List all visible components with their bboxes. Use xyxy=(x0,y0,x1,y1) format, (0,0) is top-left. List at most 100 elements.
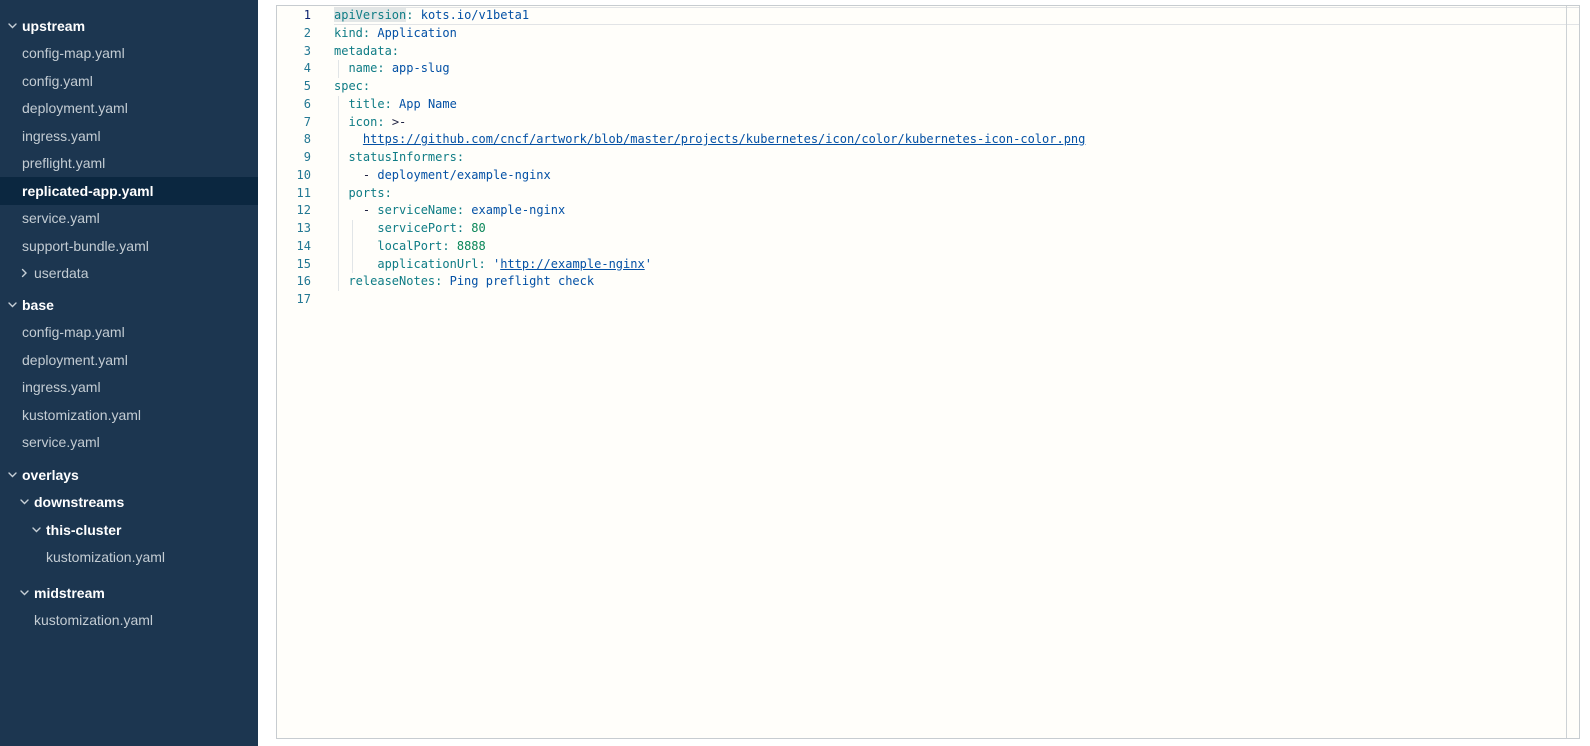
tree-folder-downstreams[interactable]: downstreams xyxy=(0,489,258,517)
chevron-down-icon[interactable] xyxy=(8,472,22,478)
tree-file-ingress-yaml[interactable]: ingress.yaml xyxy=(0,374,258,402)
code-line[interactable]: 11 ports: xyxy=(277,185,1579,203)
code-token: name: xyxy=(348,61,384,75)
line-number: 14 xyxy=(277,238,311,256)
tree-file-kustomization-yaml[interactable]: kustomization.yaml xyxy=(0,607,258,635)
line-number: 6 xyxy=(277,96,311,114)
line-number: 11 xyxy=(277,185,311,203)
code-token: releaseNotes: xyxy=(348,274,442,288)
tree-file-deployment-yaml[interactable]: deployment.yaml xyxy=(0,95,258,123)
code-line[interactable]: 16 releaseNotes: Ping preflight check xyxy=(277,273,1579,291)
code-token xyxy=(334,239,377,253)
tree-file-replicated-app-yaml[interactable]: replicated-app.yaml xyxy=(0,177,258,205)
code-line[interactable]: 12 - serviceName: example-nginx xyxy=(277,202,1579,220)
tree-folder-midstream[interactable]: midstream xyxy=(0,579,258,607)
code-line[interactable]: 3metadata: xyxy=(277,43,1579,61)
code-line[interactable]: 6 title: App Name xyxy=(277,96,1579,114)
code-token xyxy=(486,257,493,271)
tree-file-service-yaml[interactable]: service.yaml xyxy=(0,429,258,457)
indent-guide xyxy=(338,131,339,149)
tree-item-label: kustomization.yaml xyxy=(46,549,165,565)
line-content: kind: Application xyxy=(334,25,1579,43)
code-token: servicePort: xyxy=(377,221,464,235)
tree-folder-base[interactable]: base xyxy=(0,291,258,319)
url-link[interactable]: https://github.com/cncf/artwork/blob/mas… xyxy=(363,132,1085,146)
line-number: 7 xyxy=(277,114,311,132)
code-line[interactable]: 4 name: app-slug xyxy=(277,60,1579,78)
tree-file-ingress-yaml[interactable]: ingress.yaml xyxy=(0,122,258,150)
chevron-right-icon[interactable] xyxy=(20,270,34,276)
code-token: metadata: xyxy=(334,44,399,58)
tree-item-label: config.yaml xyxy=(22,73,93,89)
code-line[interactable]: 8 https://github.com/cncf/artwork/blob/m… xyxy=(277,131,1579,149)
code-line[interactable]: 17 xyxy=(277,291,1579,309)
code-token: Ping preflight check xyxy=(450,274,595,288)
line-content: icon: >- xyxy=(334,114,1579,132)
indent-guide xyxy=(338,220,339,238)
chevron-down-icon[interactable] xyxy=(8,23,22,29)
url-link[interactable]: http://example-nginx xyxy=(500,257,645,271)
line-number: 1 xyxy=(277,7,311,25)
tree-item-label: preflight.yaml xyxy=(22,155,105,171)
line-number: 15 xyxy=(277,256,311,274)
tree-file-config-map-yaml[interactable]: config-map.yaml xyxy=(0,319,258,347)
tree-item-label: ingress.yaml xyxy=(22,379,101,395)
indent-guide xyxy=(338,185,339,203)
tree-item-label: service.yaml xyxy=(22,434,100,450)
tree-folder-upstream[interactable]: upstream xyxy=(0,12,258,40)
tree-item-label: replicated-app.yaml xyxy=(22,183,154,199)
code-token xyxy=(334,257,377,271)
code-token xyxy=(385,115,392,129)
tree-item-label: upstream xyxy=(22,18,85,34)
code-line[interactable]: 9 statusInformers: xyxy=(277,149,1579,167)
chevron-down-icon[interactable] xyxy=(32,527,46,533)
chevron-down-icon[interactable] xyxy=(8,302,22,308)
code-line[interactable]: 10 - deployment/example-nginx xyxy=(277,167,1579,185)
tree-item-label: config-map.yaml xyxy=(22,45,125,61)
code-token xyxy=(334,274,348,288)
line-content: statusInformers: xyxy=(334,149,1579,167)
tree-file-config-map-yaml[interactable]: config-map.yaml xyxy=(0,40,258,68)
tree-file-deployment-yaml[interactable]: deployment.yaml xyxy=(0,346,258,374)
tree-item-label: ingress.yaml xyxy=(22,128,101,144)
code-line[interactable]: 2kind: Application xyxy=(277,25,1579,43)
code-line[interactable]: 13 servicePort: 80 xyxy=(277,220,1579,238)
code-token: 80 xyxy=(471,221,485,235)
tree-file-service-yaml[interactable]: service.yaml xyxy=(0,205,258,233)
indent-guide xyxy=(338,114,339,132)
tree-file-support-bundle-yaml[interactable]: support-bundle.yaml xyxy=(0,232,258,260)
tree-file-preflight-yaml[interactable]: preflight.yaml xyxy=(0,150,258,178)
code-token: example-nginx xyxy=(471,203,565,217)
tree-folder-overlays[interactable]: overlays xyxy=(0,461,258,489)
code-token: Application xyxy=(377,26,456,40)
code-token: - xyxy=(363,168,377,182)
code-area[interactable]: 1 apiVersion: kots.io/v1beta12kind: Appli… xyxy=(277,6,1579,309)
line-content: spec: xyxy=(334,78,1579,96)
code-line[interactable]: 5 spec: xyxy=(277,78,1579,96)
code-token: 8888 xyxy=(457,239,486,253)
tree-folder-userdata[interactable]: userdata xyxy=(0,260,258,288)
code-line[interactable]: 1 apiVersion: kots.io/v1beta1 xyxy=(277,7,1579,25)
line-number: 8 xyxy=(277,131,311,149)
indent-guide xyxy=(352,256,353,274)
indent-guide xyxy=(352,220,353,238)
tree-folder-this-cluster[interactable]: this-cluster xyxy=(0,516,258,544)
code-line[interactable]: 7 icon: >- xyxy=(277,114,1579,132)
line-number: 5 xyxy=(277,78,311,96)
tree-file-kustomization-yaml[interactable]: kustomization.yaml xyxy=(0,544,258,572)
tree-file-kustomization-yaml[interactable]: kustomization.yaml xyxy=(0,401,258,429)
code-line[interactable]: 15 applicationUrl: 'http://example-nginx… xyxy=(277,256,1579,274)
yaml-editor-panel[interactable]: 1 apiVersion: kots.io/v1beta12kind: Appli… xyxy=(276,5,1580,739)
chevron-down-icon[interactable] xyxy=(20,590,34,596)
line-content: apiVersion: kots.io/v1beta1 xyxy=(334,7,1579,25)
tree-item-label: support-bundle.yaml xyxy=(22,238,149,254)
code-token: title: xyxy=(348,97,391,111)
tree-file-config-yaml[interactable]: config.yaml xyxy=(0,67,258,95)
code-token: localPort: xyxy=(377,239,449,253)
line-content: applicationUrl: 'http://example-nginx' xyxy=(334,256,1579,274)
line-content: metadata: xyxy=(334,43,1579,61)
chevron-down-icon[interactable] xyxy=(20,499,34,505)
tree-item-label: userdata xyxy=(34,265,88,281)
code-line[interactable]: 14 localPort: 8888 xyxy=(277,238,1579,256)
code-token xyxy=(334,186,348,200)
